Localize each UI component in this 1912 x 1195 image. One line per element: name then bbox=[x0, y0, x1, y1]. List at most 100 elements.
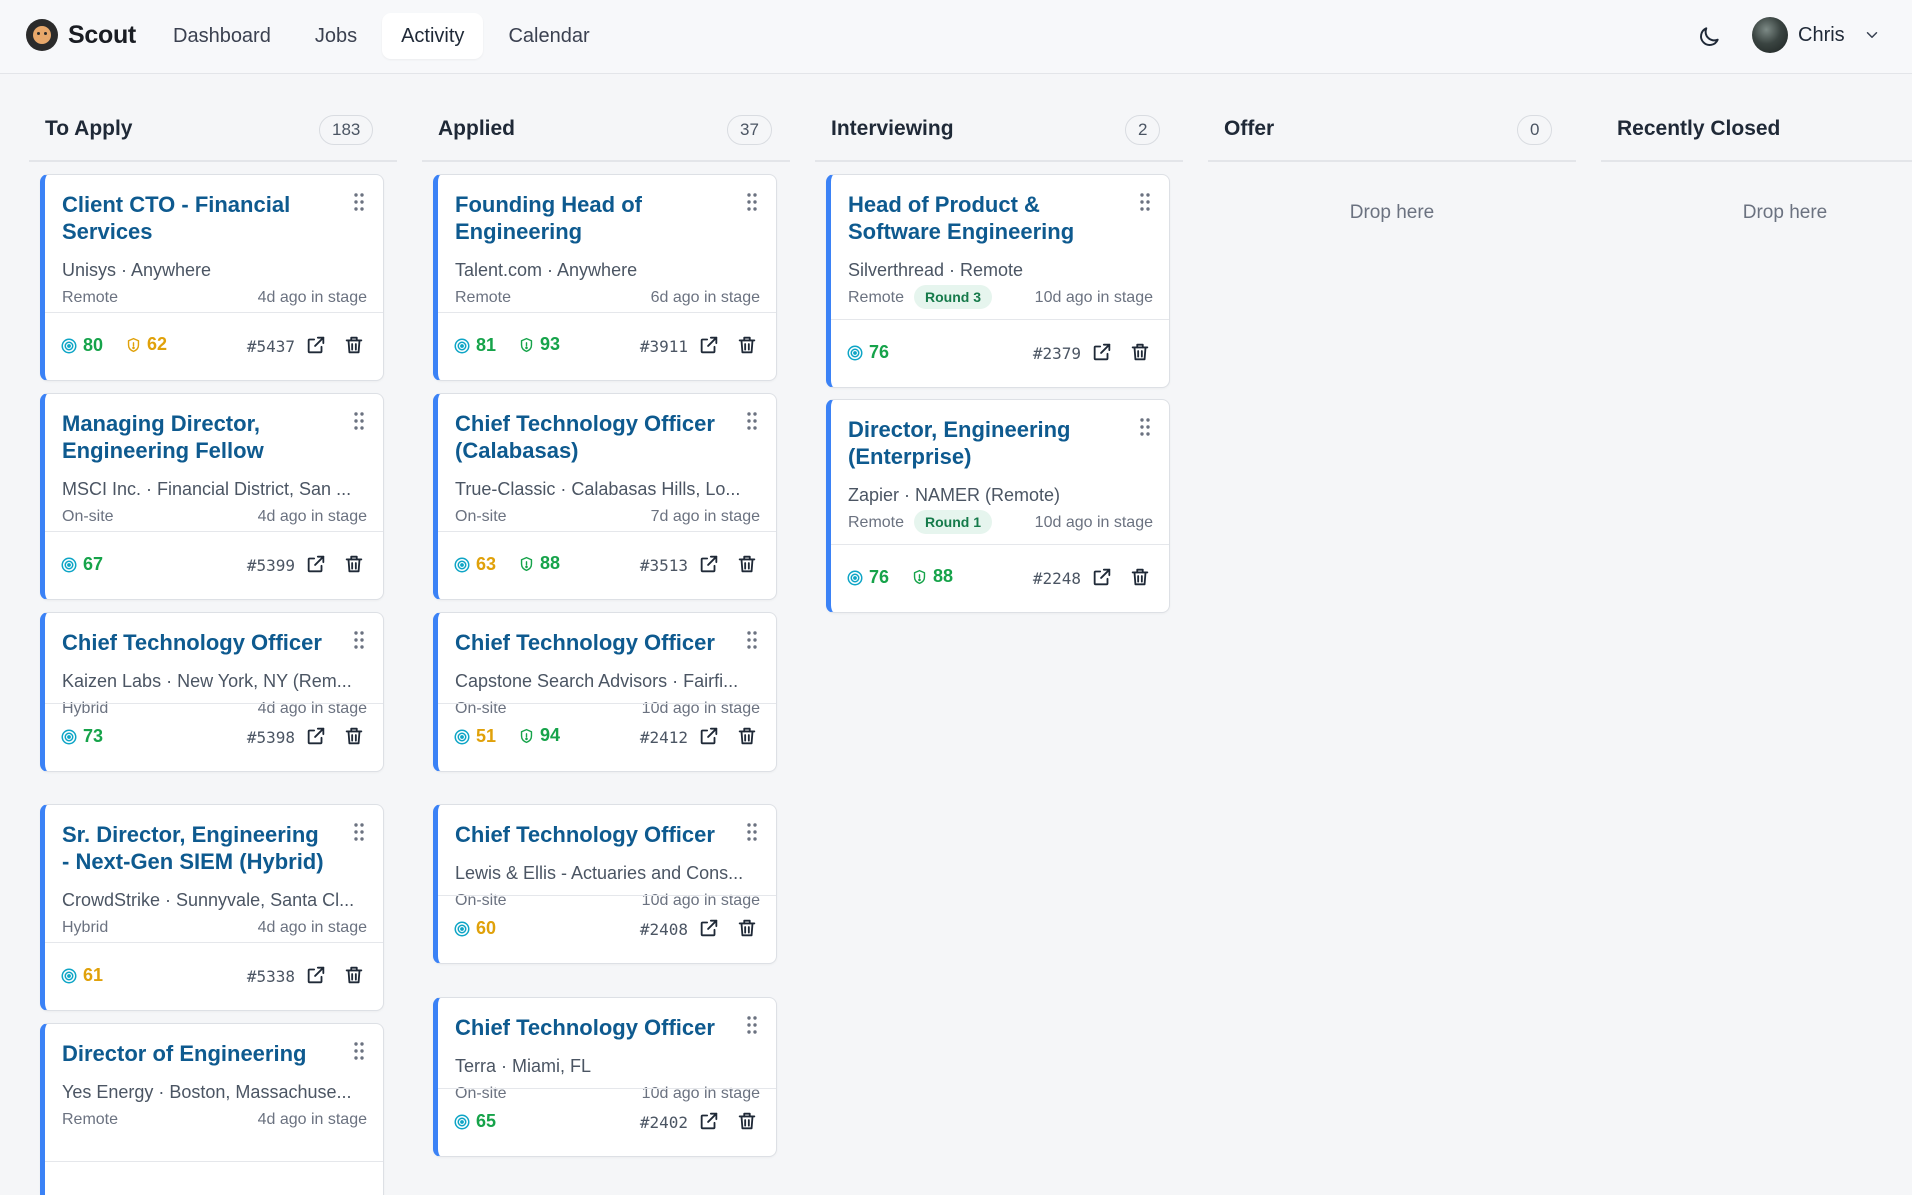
company-location: Lewis & Ellis - Actuaries and Cons... bbox=[455, 863, 744, 883]
external-link-icon[interactable] bbox=[305, 725, 327, 747]
external-link-icon[interactable] bbox=[698, 1110, 720, 1132]
drag-handle-icon[interactable] bbox=[352, 630, 366, 650]
company-location: Talent.com · Anywhere bbox=[455, 260, 638, 280]
stage-age: 4d ago in stage bbox=[257, 1111, 367, 1128]
trash-icon[interactable] bbox=[343, 725, 365, 747]
trash-icon[interactable] bbox=[736, 1110, 758, 1132]
match-score-value: 60 bbox=[476, 918, 497, 938]
fit-score-value: 94 bbox=[540, 725, 561, 745]
user-menu[interactable]: Chris bbox=[1752, 17, 1881, 53]
trash-icon[interactable] bbox=[1129, 341, 1151, 363]
nav-jobs[interactable]: Jobs bbox=[296, 13, 376, 59]
trash-icon[interactable] bbox=[736, 334, 758, 356]
job-card[interactable]: Client CTO - Financial Services Unisys ·… bbox=[40, 174, 384, 381]
drag-handle-icon[interactable] bbox=[1138, 417, 1152, 437]
target-icon bbox=[454, 557, 470, 572]
job-title[interactable]: Sr. Director, Engineering - Next-Gen SIE… bbox=[62, 821, 332, 875]
trash-icon[interactable] bbox=[343, 334, 365, 356]
job-title[interactable]: Head of Product & Software Engineering bbox=[848, 191, 1118, 245]
fit-score: 88 bbox=[518, 553, 560, 574]
match-score: 65 bbox=[453, 1111, 496, 1132]
job-card[interactable]: Head of Product & Software Engineering S… bbox=[826, 174, 1170, 388]
work-mode: Remote bbox=[848, 514, 905, 531]
drag-handle-icon[interactable] bbox=[352, 822, 366, 842]
trash-icon[interactable] bbox=[343, 553, 365, 575]
work-mode: Remote bbox=[455, 289, 512, 306]
job-title[interactable]: Chief Technology Officer bbox=[62, 629, 332, 656]
job-card[interactable]: Chief Technology Officer (Calabasas) Tru… bbox=[433, 393, 777, 600]
card-footer: 76 #2379 bbox=[831, 319, 1169, 387]
card-footer: 61 #5338 bbox=[45, 942, 383, 1010]
fit-score: 88 bbox=[911, 566, 953, 587]
job-title[interactable]: Chief Technology Officer bbox=[455, 1014, 725, 1041]
brand[interactable]: Scout bbox=[26, 19, 136, 51]
drag-handle-icon[interactable] bbox=[745, 822, 759, 842]
match-score-value: 81 bbox=[476, 335, 497, 355]
job-title[interactable]: Director, Engineering (Enterprise) bbox=[848, 416, 1118, 470]
nav-calendar[interactable]: Calendar bbox=[489, 13, 608, 59]
job-title[interactable]: Client CTO - Financial Services bbox=[62, 191, 332, 245]
trash-icon[interactable] bbox=[736, 725, 758, 747]
trash-icon[interactable] bbox=[736, 553, 758, 575]
target-icon bbox=[61, 968, 77, 983]
stage-age: 10d ago in stage bbox=[1034, 289, 1153, 306]
external-link-icon[interactable] bbox=[305, 964, 327, 986]
drop-zone[interactable]: Drop here bbox=[1601, 202, 1912, 224]
trash-icon[interactable] bbox=[1129, 566, 1151, 588]
job-title[interactable]: Director of Engineering bbox=[62, 1040, 332, 1067]
external-link-icon[interactable] bbox=[1091, 566, 1113, 588]
external-link-icon[interactable] bbox=[698, 917, 720, 939]
work-mode: Remote bbox=[62, 1111, 119, 1128]
external-link-icon[interactable] bbox=[698, 553, 720, 575]
drag-handle-icon[interactable] bbox=[352, 411, 366, 431]
column-title: Recently Closed bbox=[1617, 117, 1781, 140]
job-card[interactable]: Founding Head of Engineering Talent.com … bbox=[433, 174, 777, 381]
moon-icon[interactable] bbox=[1696, 24, 1722, 50]
company-location: Silverthread · Remote bbox=[848, 260, 1024, 280]
match-score: 51 bbox=[453, 726, 496, 747]
app-name: Scout bbox=[68, 20, 136, 49]
job-card[interactable]: Director of Engineering Yes Energy · Bos… bbox=[40, 1023, 384, 1195]
nav-dashboard[interactable]: Dashboard bbox=[154, 13, 290, 59]
external-link-icon[interactable] bbox=[305, 334, 327, 356]
shield-icon bbox=[520, 728, 533, 743]
job-card[interactable]: Chief Technology Officer Capstone Search… bbox=[433, 612, 777, 772]
job-title[interactable]: Chief Technology Officer (Calabasas) bbox=[455, 410, 725, 464]
drag-handle-icon[interactable] bbox=[352, 1041, 366, 1061]
trash-icon[interactable] bbox=[343, 964, 365, 986]
drop-zone[interactable]: Drop here bbox=[1208, 202, 1576, 224]
job-title[interactable]: Chief Technology Officer bbox=[455, 821, 725, 848]
external-link-icon[interactable] bbox=[1091, 341, 1113, 363]
drag-handle-icon[interactable] bbox=[745, 1015, 759, 1035]
job-card[interactable]: Chief Technology Officer Terra · Miami, … bbox=[433, 997, 777, 1157]
drag-handle-icon[interactable] bbox=[1138, 192, 1152, 212]
job-title[interactable]: Managing Director, Engineering Fellow bbox=[62, 410, 332, 464]
job-id: #3513 bbox=[639, 556, 688, 575]
nav-activity[interactable]: Activity bbox=[382, 13, 484, 59]
job-card[interactable]: Director, Engineering (Enterprise) Zapie… bbox=[826, 399, 1170, 613]
target-icon bbox=[61, 729, 77, 744]
external-link-icon[interactable] bbox=[698, 334, 720, 356]
trash-icon[interactable] bbox=[736, 917, 758, 939]
job-card[interactable]: Managing Director, Engineering Fellow MS… bbox=[40, 393, 384, 600]
external-link-icon[interactable] bbox=[698, 725, 720, 747]
column-header: Applied 37 bbox=[422, 112, 790, 162]
drag-handle-icon[interactable] bbox=[352, 192, 366, 212]
target-icon bbox=[847, 570, 863, 585]
stage-age: 7d ago in stage bbox=[650, 508, 760, 525]
target-icon bbox=[454, 921, 470, 936]
card-footer: 81 93 #3911 bbox=[438, 312, 776, 380]
drag-handle-icon[interactable] bbox=[745, 630, 759, 650]
external-link-icon[interactable] bbox=[305, 553, 327, 575]
job-card[interactable]: Chief Technology Officer Kaizen Labs · N… bbox=[40, 612, 384, 772]
job-id: #2408 bbox=[639, 920, 688, 939]
fit-score: 93 bbox=[518, 334, 560, 355]
job-card[interactable]: Sr. Director, Engineering - Next-Gen SIE… bbox=[40, 804, 384, 1011]
job-title[interactable]: Chief Technology Officer bbox=[455, 629, 725, 656]
drag-handle-icon[interactable] bbox=[745, 411, 759, 431]
job-card[interactable]: Chief Technology Officer Lewis & Ellis -… bbox=[433, 804, 777, 964]
column-0: To Apply 183 Client CTO - Financial Servi… bbox=[29, 74, 397, 1195]
column-title: Offer bbox=[1224, 117, 1275, 140]
job-title[interactable]: Founding Head of Engineering bbox=[455, 191, 725, 245]
drag-handle-icon[interactable] bbox=[745, 192, 759, 212]
